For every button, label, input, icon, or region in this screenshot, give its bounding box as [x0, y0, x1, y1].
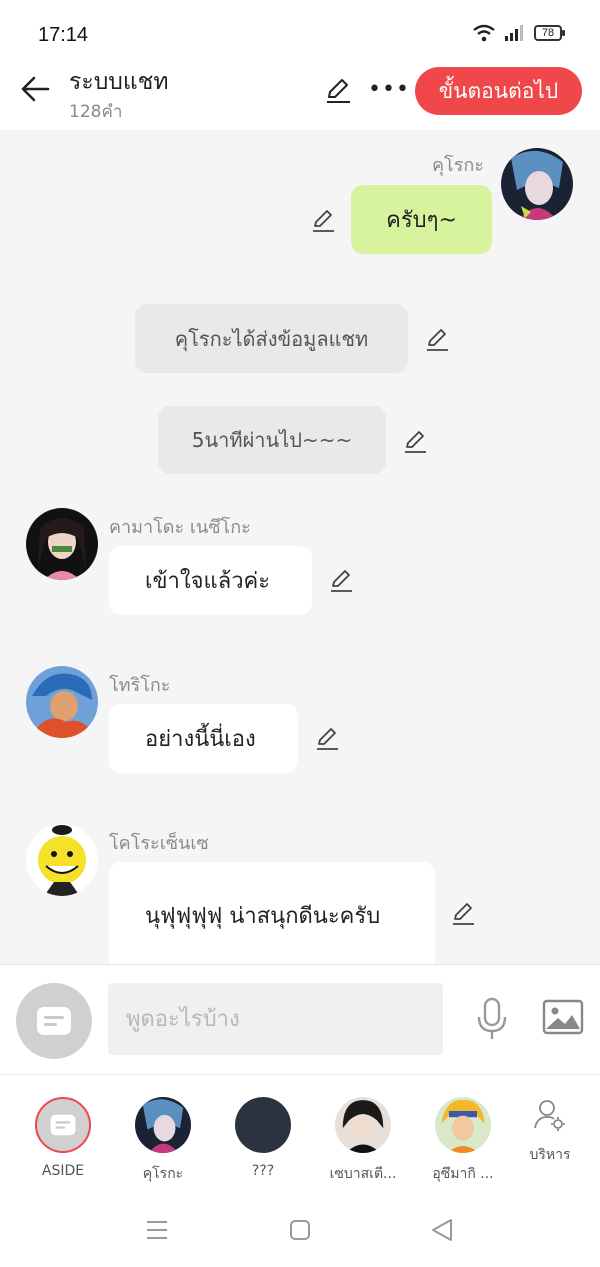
wifi-icon: [473, 24, 495, 42]
more-icon[interactable]: •••: [368, 79, 410, 101]
header: ระบบแชท 128คำ ••• ขั้นตอนต่อไป: [0, 64, 600, 130]
user-settings-icon: [534, 1100, 565, 1131]
edit-message-icon[interactable]: [424, 326, 450, 352]
character-aside[interactable]: ASIDE: [13, 1097, 113, 1179]
next-step-button[interactable]: ขั้นตอนต่อไป: [415, 67, 582, 115]
character-label: เซบาสเตี...: [329, 1166, 397, 1182]
avatar-nezuko[interactable]: [26, 508, 98, 580]
character-label: ???: [251, 1163, 275, 1179]
aside-avatar: [35, 1097, 91, 1153]
character-label: อุซึมากิ ...: [432, 1166, 494, 1182]
character-uzumaki[interactable]: อุซึมากิ ...: [413, 1097, 513, 1185]
character-label: คุโรกะ: [142, 1166, 184, 1182]
back-arrow-icon[interactable]: [18, 72, 52, 106]
sender-name: โทริโกะ: [109, 675, 171, 696]
input-bar: [0, 964, 600, 1074]
aside-toggle-button[interactable]: [16, 983, 92, 1059]
edit-message-icon[interactable]: [314, 725, 340, 751]
character-selector: ASIDE คุโรกะ ??? เซบาสเตี... อุซึมากิ ..…: [0, 1074, 600, 1192]
microphone-icon[interactable]: [474, 997, 510, 1041]
system-navigation-bar: [0, 1192, 600, 1267]
page-title: ระบบแชท: [69, 69, 169, 95]
manage-label: บริหาร: [529, 1147, 571, 1163]
message-bubble[interactable]: อย่างนี้นี่เอง: [109, 704, 298, 773]
back-icon[interactable]: [430, 1218, 454, 1242]
image-icon[interactable]: [542, 999, 584, 1035]
avatar: [435, 1097, 491, 1153]
edit-message-icon[interactable]: [328, 567, 354, 593]
manage-button[interactable]: บริหาร: [520, 1098, 580, 1166]
word-count: 128คำ: [69, 102, 123, 122]
avatar: [335, 1097, 391, 1153]
message-bubble[interactable]: เข้าใจแล้วค่ะ: [109, 546, 312, 615]
character-kuroka[interactable]: คุโรกะ: [113, 1097, 213, 1185]
avatar-kuroka[interactable]: [501, 148, 573, 220]
message-input[interactable]: [108, 983, 443, 1055]
status-time: 17:14: [38, 24, 89, 46]
message-bubble-self[interactable]: ครับๆ~: [351, 185, 492, 254]
sender-name: โคโระเซ็นเซ: [109, 833, 209, 854]
edit-icon[interactable]: [324, 76, 352, 104]
system-message[interactable]: คุโรกะได้ส่งข้อมูลแชท: [135, 304, 408, 373]
recent-apps-icon[interactable]: [146, 1220, 168, 1240]
character-unknown[interactable]: ???: [213, 1097, 313, 1179]
chat-area[interactable]: คุโรกะ ครับๆ~ คุโรกะได้ส่งข้อมูลแชท 5นาท…: [0, 130, 600, 964]
avatar-toriko[interactable]: [26, 666, 98, 738]
signal-icon: [505, 25, 523, 41]
message-bubble[interactable]: นุฟุฟุฟุฟุ น่าสนุกดีนะครับ: [109, 862, 435, 964]
avatar: [235, 1097, 291, 1153]
message-icon: [50, 1114, 76, 1136]
battery-icon: 78: [534, 25, 565, 41]
message-icon: [37, 1007, 71, 1035]
avatar: [135, 1097, 191, 1153]
status-bar: 17:14 78: [0, 0, 600, 64]
avatar-koro-sensei[interactable]: [26, 824, 98, 896]
sender-name: คามาโดะ เนซึโกะ: [109, 517, 251, 538]
edit-message-icon[interactable]: [310, 207, 336, 233]
character-sebastian[interactable]: เซบาสเตี...: [313, 1097, 413, 1185]
status-icons: 78: [472, 24, 565, 42]
system-message[interactable]: 5นาทีผ่านไป~~~: [158, 406, 386, 474]
edit-message-icon[interactable]: [450, 900, 476, 926]
home-icon[interactable]: [289, 1219, 311, 1241]
edit-message-icon[interactable]: [402, 428, 428, 454]
sender-name: คุโรกะ: [432, 155, 484, 176]
character-label: ASIDE: [41, 1163, 85, 1179]
